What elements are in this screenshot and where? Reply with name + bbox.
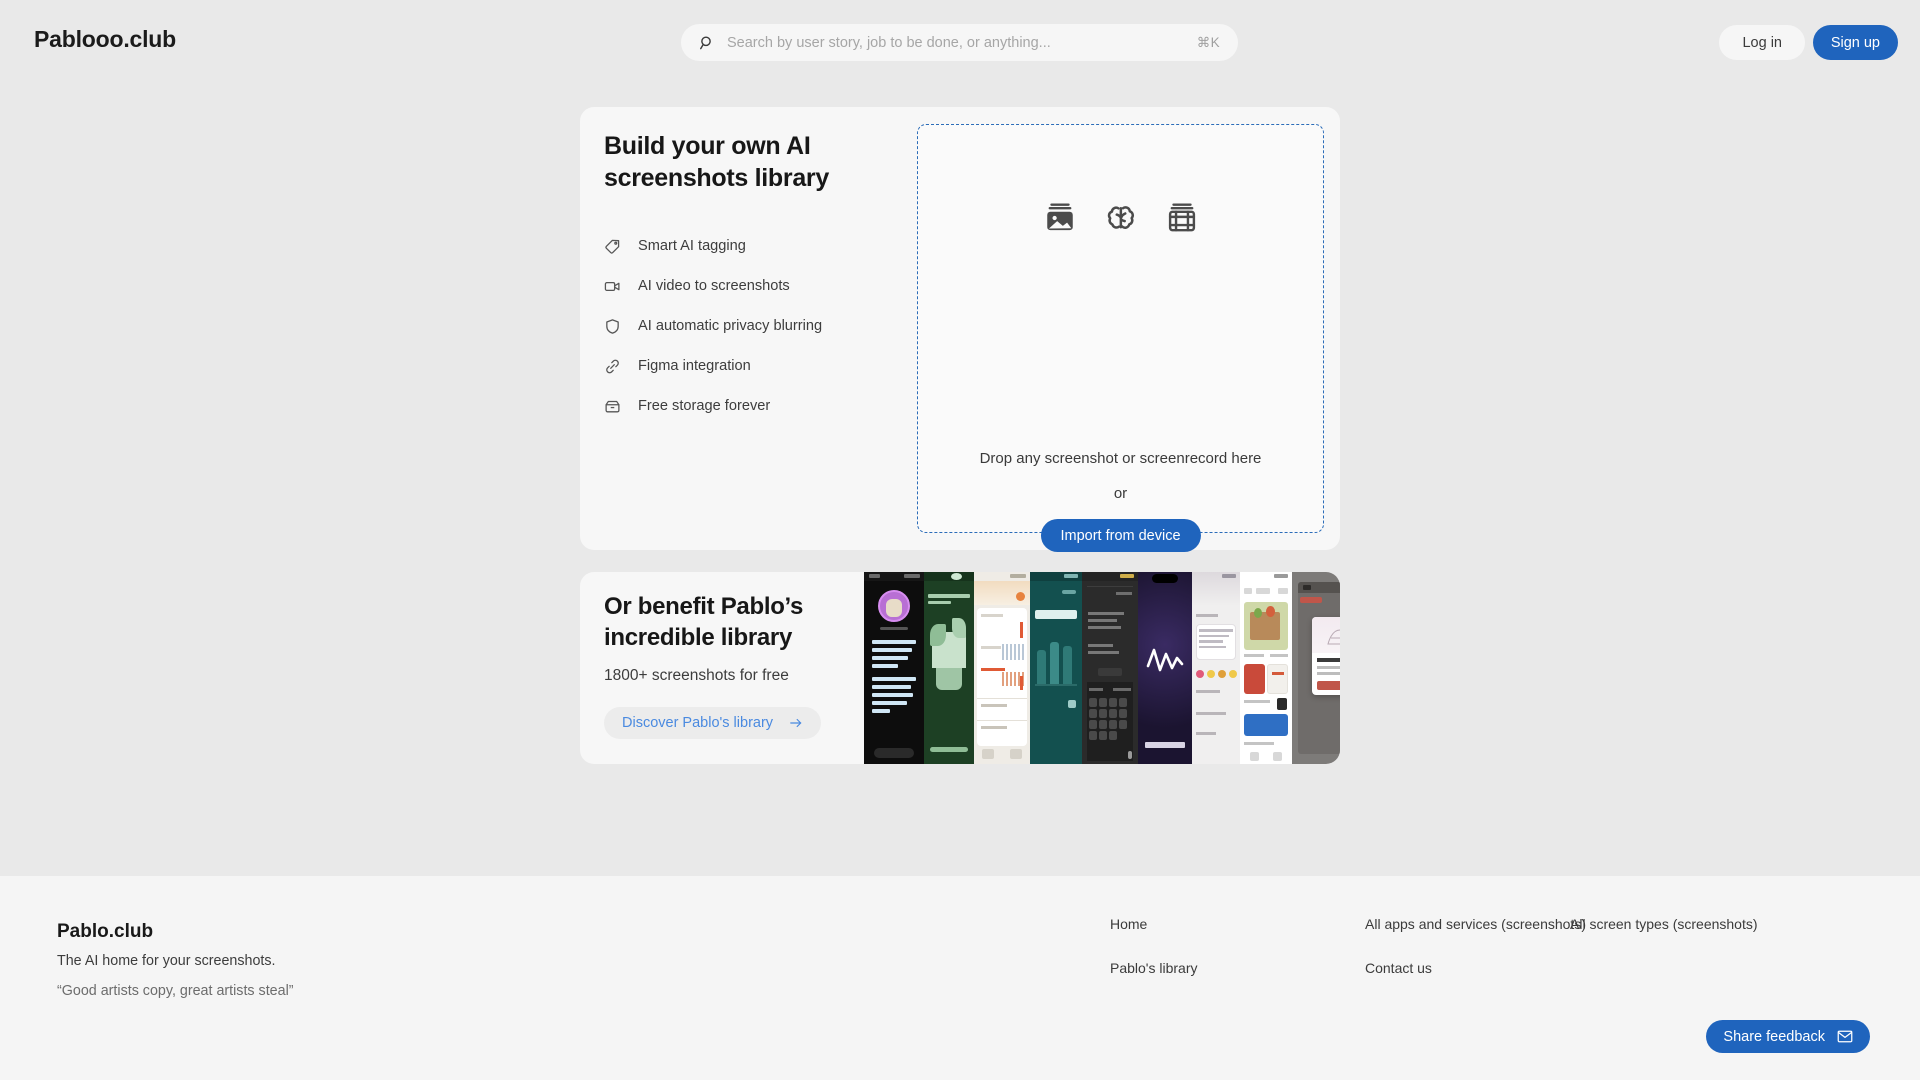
library-card: Or benefit Pablo’s incredible library 18… [580,572,1340,764]
search-icon [700,36,711,49]
footer-tagline: The AI home for your screenshots. [57,953,276,969]
import-from-device-button[interactable]: Import from device [1040,519,1201,552]
feature-item-figma-integration: Figma integration [604,346,904,386]
upload-card: Build your own AI screenshots library Sm… [580,107,1340,632]
footer-link-home[interactable]: Home [1110,916,1198,932]
dropzone-instruction: Drop any screenshot or screenrecord here [979,450,1262,467]
footer-link-all-screen-types[interactable]: All screen types (screenshots) [1570,916,1758,932]
shield-icon [606,318,619,334]
film-icon [1168,203,1195,232]
footer-link-pablos-library[interactable]: Pablo's library [1110,960,1198,976]
list-item[interactable] [1138,572,1192,764]
footer-column-3: All screen types (screenshots) [1570,916,1758,960]
list-item[interactable] [924,572,974,764]
footer-link-contact-us[interactable]: Contact us [1365,960,1586,976]
feature-label: Figma integration [638,358,751,374]
footer-brand: Pablo.club [57,921,154,942]
list-item[interactable] [864,572,924,764]
feature-label: AI automatic privacy blurring [638,318,823,334]
library-subtitle: 1800+ screenshots for free [604,667,789,685]
brain-icon [1107,206,1134,229]
search-bar[interactable]: ⌘K [681,24,1238,61]
search-shortcut-hint: ⌘K [1196,34,1220,50]
share-feedback-label: Share feedback [1723,1028,1825,1045]
library-card-left: Or benefit Pablo’s incredible library 18… [604,592,854,740]
share-feedback-button[interactable]: Share feedback [1706,1020,1870,1053]
dropzone-or-divider: or [1113,485,1128,502]
list-item[interactable] [1240,572,1292,764]
feature-item-ai-automatic-privacy-blurring: AI automatic privacy blurring [604,306,904,346]
mail-icon [1837,1030,1853,1043]
search-input[interactable] [727,34,1197,51]
footer-link-all-apps-and-services[interactable]: All apps and services (screenshots) [1365,916,1586,932]
tag-icon [605,239,620,254]
top-header: Pablooo.club ⌘K Log in Sign up [0,0,1920,84]
video-icon [604,281,620,291]
upload-headline: Build your own AI screenshots library [604,132,829,192]
archive-icon [605,400,620,412]
feature-label: Free storage forever [638,398,771,414]
upload-card-left: Build your own AI screenshots library Sm… [604,130,904,426]
site-logo[interactable]: Pablooo.club [34,26,176,53]
feature-label: Smart AI tagging [638,238,746,254]
signup-button[interactable]: Sign up [1812,25,1898,60]
login-button[interactable]: Log in [1719,25,1805,60]
upload-dropzone[interactable]: Drop any screenshot or screenrecord here… [917,124,1324,552]
dropzone-icon-group [918,201,1323,235]
site-footer: Pablo.club The AI home for your screensh… [0,876,1920,1080]
discover-library-button[interactable]: Discover Pablo's library [604,707,822,740]
list-item[interactable] [1292,572,1340,764]
list-item[interactable] [974,572,1030,764]
list-item[interactable] [1030,572,1082,764]
image-icon [1046,203,1073,231]
feature-item-free-storage-forever: Free storage forever [604,386,904,426]
list-item[interactable] [1192,572,1240,764]
library-headline: Or benefit Pablo’s incredible library [604,593,804,651]
page-root: Pablooo.club ⌘K Log in Sign up Build you… [0,0,1920,1080]
library-thumbnail-strip[interactable] [864,572,1340,764]
footer-column-2: All apps and services (screenshots) Cont… [1365,916,1586,1004]
discover-library-label: Discover Pablo's library [622,715,774,732]
feature-item-smart-ai-tagging: Smart AI tagging [604,226,904,266]
link-icon [606,359,619,373]
feature-item-ai-video-to-screenshots: AI video to screenshots [604,266,904,306]
footer-column-1: Home Pablo's library [1110,916,1198,1004]
arrow-right-icon [790,719,802,728]
footer-quote: “Good artists copy, great artists steal” [57,983,294,999]
list-item[interactable] [1082,572,1138,764]
feature-list: Smart AI tagging AI video to screenshots… [604,226,904,426]
feature-label: AI video to screenshots [638,278,790,294]
